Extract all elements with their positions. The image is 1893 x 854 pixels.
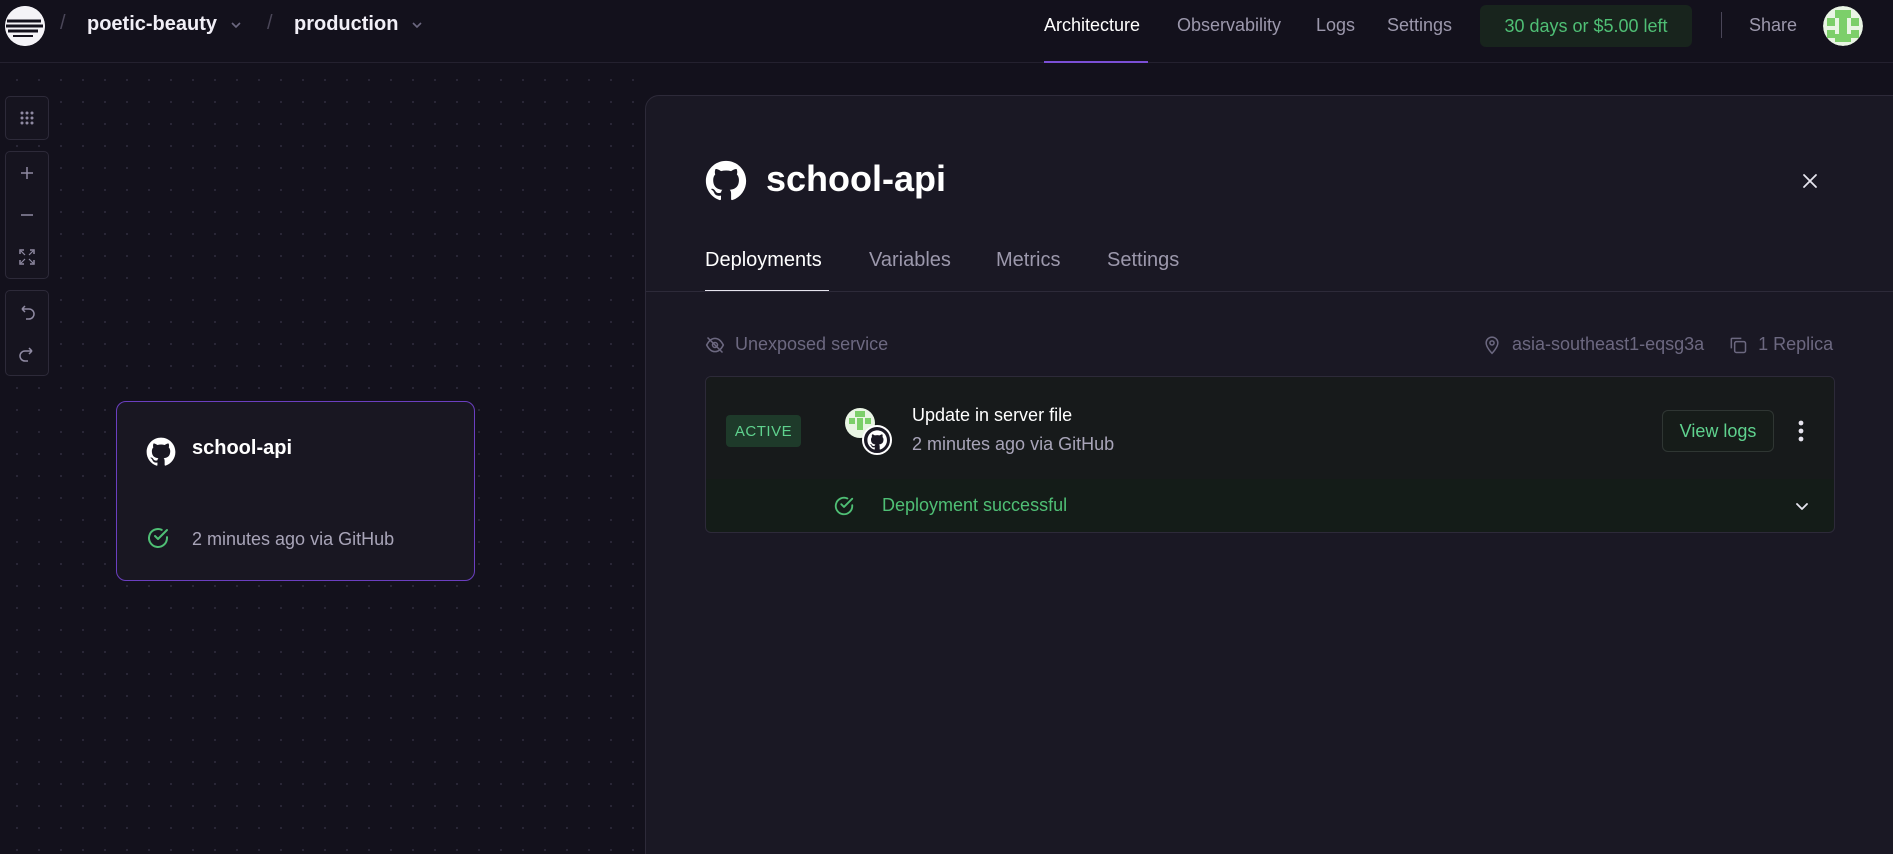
check-circle-icon (148, 528, 168, 548)
redo-button[interactable] (6, 333, 48, 375)
project-selector[interactable]: poetic-beauty (87, 13, 243, 36)
service-detail-panel: school-api Deployments Variables Metrics… (645, 95, 1893, 854)
user-avatar[interactable] (1823, 6, 1863, 46)
deployment-meta: 2 minutes ago via GitHub (912, 434, 1115, 454)
environment-selector[interactable]: production (294, 13, 424, 36)
eye-off-icon (705, 336, 725, 353)
redo-icon (19, 347, 33, 362)
status-badge: ACTIVE (726, 415, 801, 447)
deployment-card[interactable]: ACTIVE Update in server file 2 minutes a… (705, 376, 1835, 533)
tab-settings[interactable]: Settings (1107, 249, 1179, 272)
copy-replica-icon (1730, 337, 1747, 353)
tabs-divider (646, 291, 1893, 292)
railway-logo-icon[interactable] (5, 6, 45, 46)
top-bar: / poetic-beauty / production Architectur… (0, 0, 1893, 63)
panel-title: school-api (766, 158, 947, 199)
canvas-toolbar-layout (5, 96, 49, 140)
view-logs-button[interactable]: View logs (1662, 410, 1774, 452)
divider (1721, 12, 1722, 38)
trial-badge[interactable]: 30 days or $5.00 left (1480, 5, 1692, 47)
chevron-down-icon (231, 21, 241, 28)
architecture-canvas[interactable]: school-api 2 minutes ago via GitHub (0, 63, 645, 854)
zoom-in-button[interactable] (6, 152, 48, 194)
deployment-header: ACTIVE Update in server file 2 minutes a… (706, 377, 1834, 479)
tab-variables[interactable]: Variables (869, 249, 951, 272)
project-name: poetic-beauty (87, 13, 218, 35)
tab-deployments[interactable]: Deployments (705, 249, 822, 272)
plus-icon (21, 167, 33, 179)
fit-view-button[interactable] (6, 236, 48, 278)
more-options-button[interactable] (1791, 415, 1811, 447)
service-region-info: asia-southeast1-eqsg3a 1 Replica (1482, 334, 1833, 355)
service-node-meta: 2 minutes ago via GitHub (192, 529, 395, 549)
deployment-status-row[interactable]: Deployment successful (706, 479, 1834, 532)
active-nav-indicator (1044, 61, 1148, 63)
close-icon[interactable] (1799, 170, 1821, 192)
chevron-down-icon[interactable] (1791, 495, 1813, 517)
commit-author-avatars (844, 407, 894, 457)
github-icon (146, 437, 176, 466)
nav-architecture[interactable]: Architecture (1044, 15, 1140, 36)
deployment-result: Deployment successful (882, 495, 1068, 515)
grid-menu-button[interactable] (6, 97, 48, 139)
minus-icon (21, 214, 33, 216)
breadcrumb-separator: / (267, 12, 273, 34)
exposure-label: Unexposed service (735, 334, 889, 354)
replica-count: 1 Replica (1758, 334, 1834, 354)
service-node-title: school-api (192, 437, 293, 459)
exposure-status: Unexposed service (705, 334, 888, 355)
nav-observability[interactable]: Observability (1177, 15, 1281, 36)
zoom-out-button[interactable] (6, 194, 48, 236)
chevron-down-icon (412, 21, 423, 28)
kebab-menu-icon (1798, 420, 1804, 442)
undo-button[interactable] (6, 291, 48, 333)
breadcrumb-separator: / (60, 12, 66, 34)
canvas-toolbar-history (5, 290, 49, 376)
check-circle-icon (834, 496, 854, 516)
nav-settings[interactable]: Settings (1387, 15, 1452, 36)
environment-name: production (294, 13, 399, 35)
grid-dots-icon (20, 111, 34, 125)
github-icon (705, 160, 747, 201)
canvas-toolbar-zoom (5, 151, 49, 279)
tab-metrics[interactable]: Metrics (996, 249, 1060, 272)
expand-icon (19, 249, 35, 265)
nav-logs[interactable]: Logs (1316, 15, 1355, 36)
identicon-icon (1823, 6, 1863, 46)
undo-icon (21, 305, 35, 320)
service-node-card[interactable]: school-api 2 minutes ago via GitHub (116, 401, 475, 581)
commit-message: Update in server file (912, 405, 1073, 425)
region-label: asia-southeast1-eqsg3a (1512, 334, 1705, 354)
map-pin-icon (1485, 335, 1499, 354)
author-avatar-icon (845, 408, 892, 455)
share-button[interactable]: Share (1749, 15, 1797, 36)
